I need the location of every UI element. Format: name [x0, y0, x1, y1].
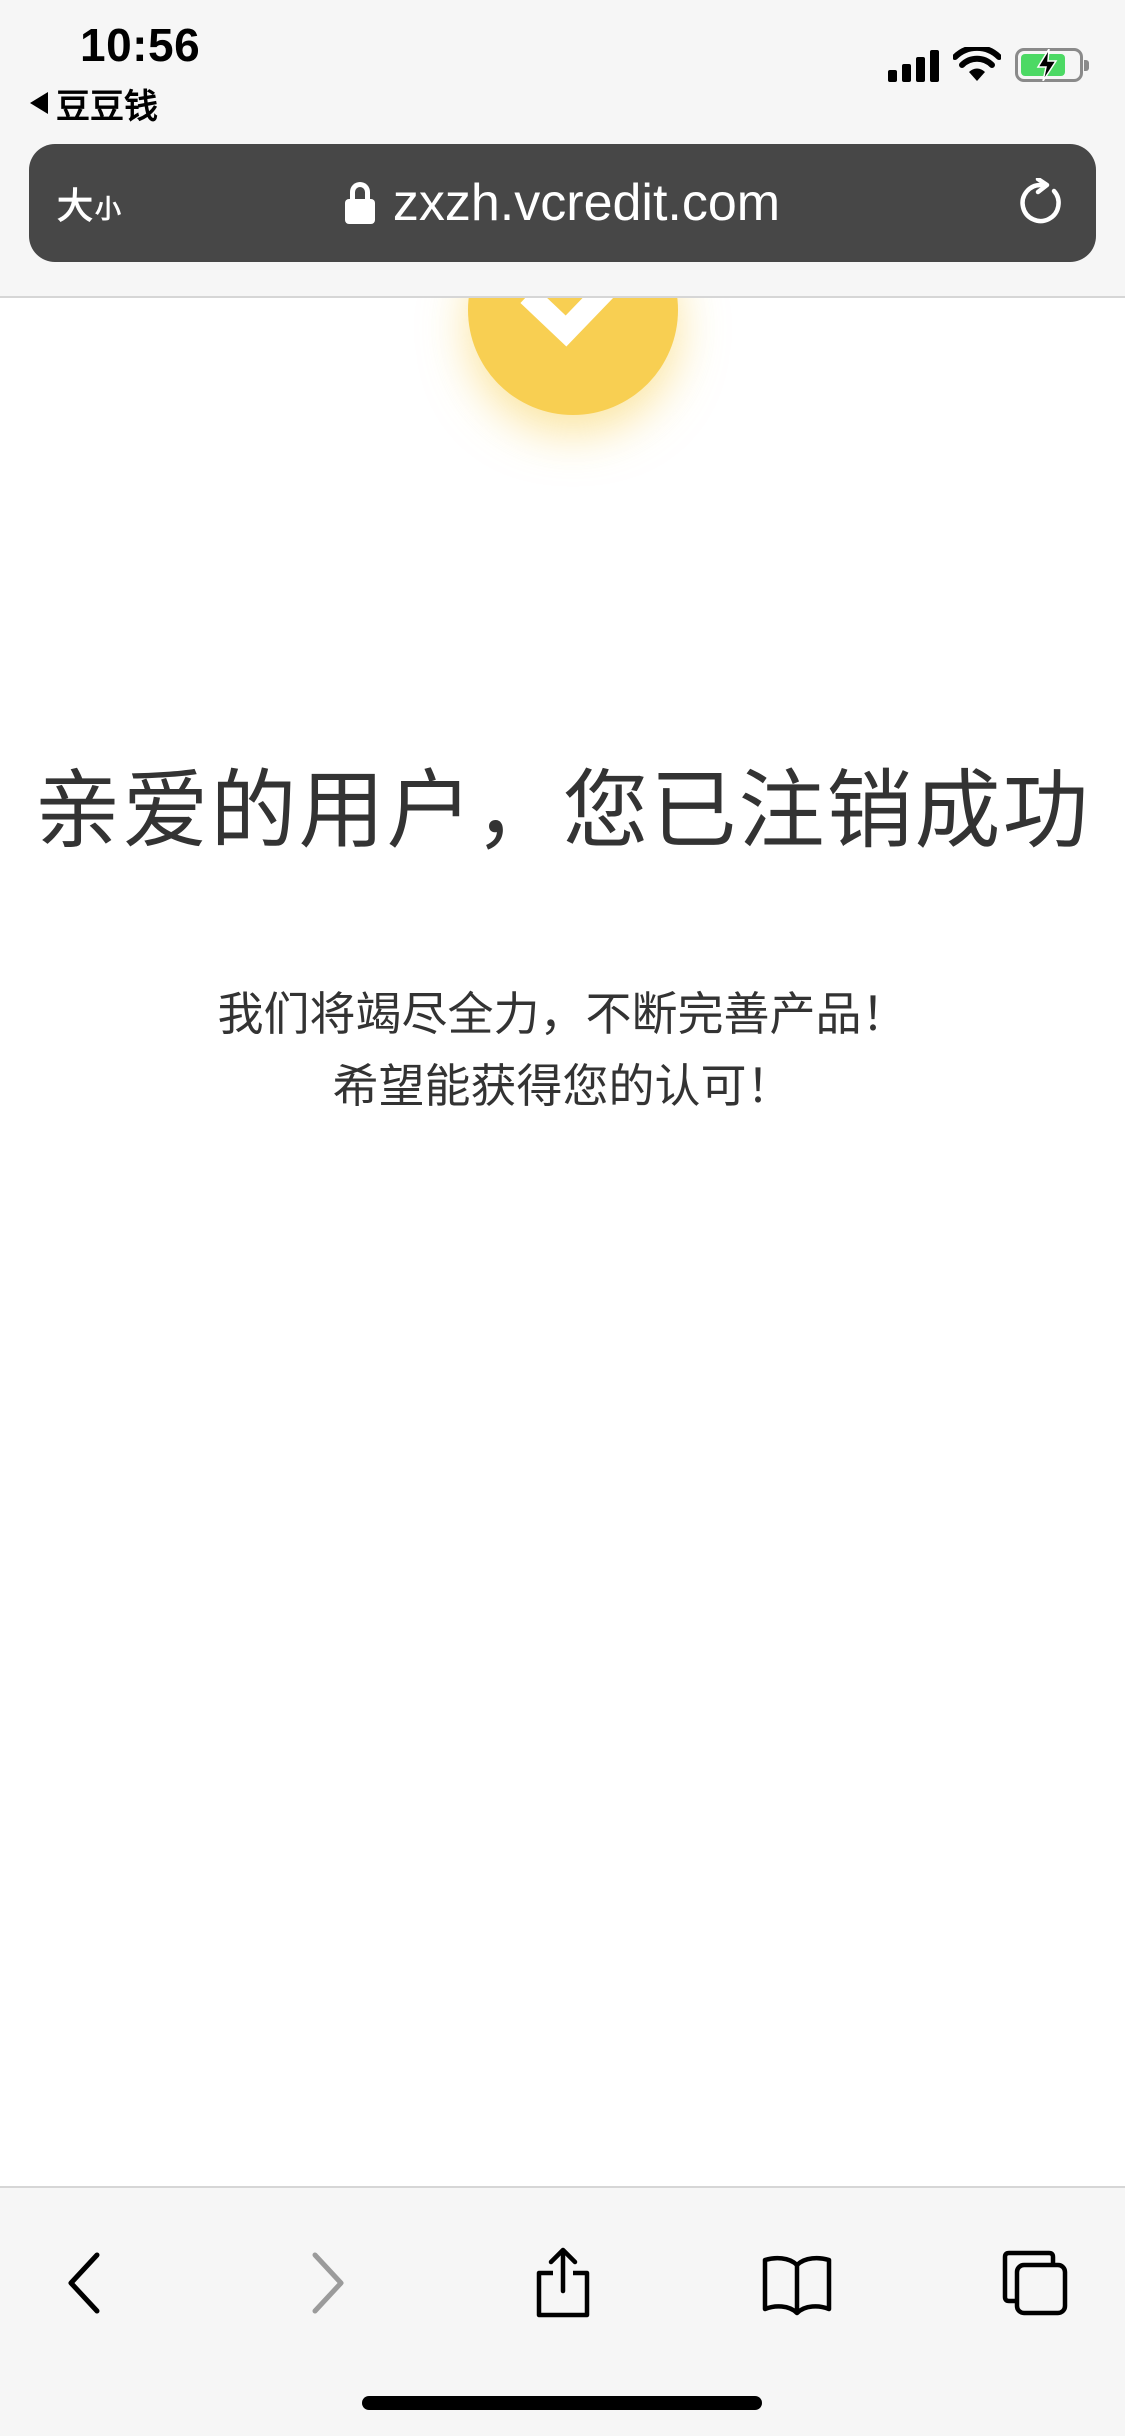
tabs-icon — [1002, 2250, 1068, 2316]
browser-top-chrome: 10:56 豆豆钱 大 小 zxzh.vcredit.com — [0, 0, 1125, 298]
back-to-app-link[interactable]: 豆豆钱 — [30, 80, 158, 127]
status-time: 10:56 — [80, 19, 201, 71]
url-text: zxzh.vcredit.com — [392, 174, 781, 232]
forward-arrow-icon — [312, 2252, 344, 2314]
back-triangle-icon — [30, 92, 48, 114]
reload-icon[interactable] — [1016, 178, 1066, 228]
bookmarks-icon — [762, 2255, 832, 2316]
address-bar[interactable]: 大 小 zxzh.vcredit.com — [29, 144, 1096, 262]
message-text: 我们将竭尽全力，不断完善产品！ 希望能获得您的认可！ — [0, 978, 1125, 1122]
battery-charging-icon — [1015, 48, 1089, 82]
forward-button[interactable] — [282, 2238, 372, 2328]
back-app-name: 豆豆钱 — [56, 86, 158, 127]
tabs-button[interactable] — [990, 2238, 1080, 2328]
message-line-2: 希望能获得您的认可！ — [332, 1059, 793, 1113]
bookmarks-button[interactable] — [752, 2238, 842, 2328]
back-button[interactable] — [40, 2238, 130, 2328]
share-icon — [536, 2247, 590, 2318]
back-arrow-icon — [68, 2252, 100, 2314]
wifi-icon — [953, 47, 1001, 81]
status-icons — [888, 42, 1089, 88]
signal-icon — [888, 48, 939, 82]
url-display[interactable]: zxzh.vcredit.com — [29, 144, 1096, 262]
share-button[interactable] — [518, 2238, 608, 2328]
lock-icon — [344, 182, 375, 224]
page-title: 亲爱的用户，您已注销成功 — [34, 761, 1091, 861]
screen: 10:56 豆豆钱 大 小 zxzh.vcredit.com 亲爱的用户，您已注… — [0, 0, 1125, 2436]
message-line-1: 我们将竭尽全力，不断完善产品！ — [217, 987, 908, 1041]
home-indicator[interactable] — [362, 2396, 762, 2410]
